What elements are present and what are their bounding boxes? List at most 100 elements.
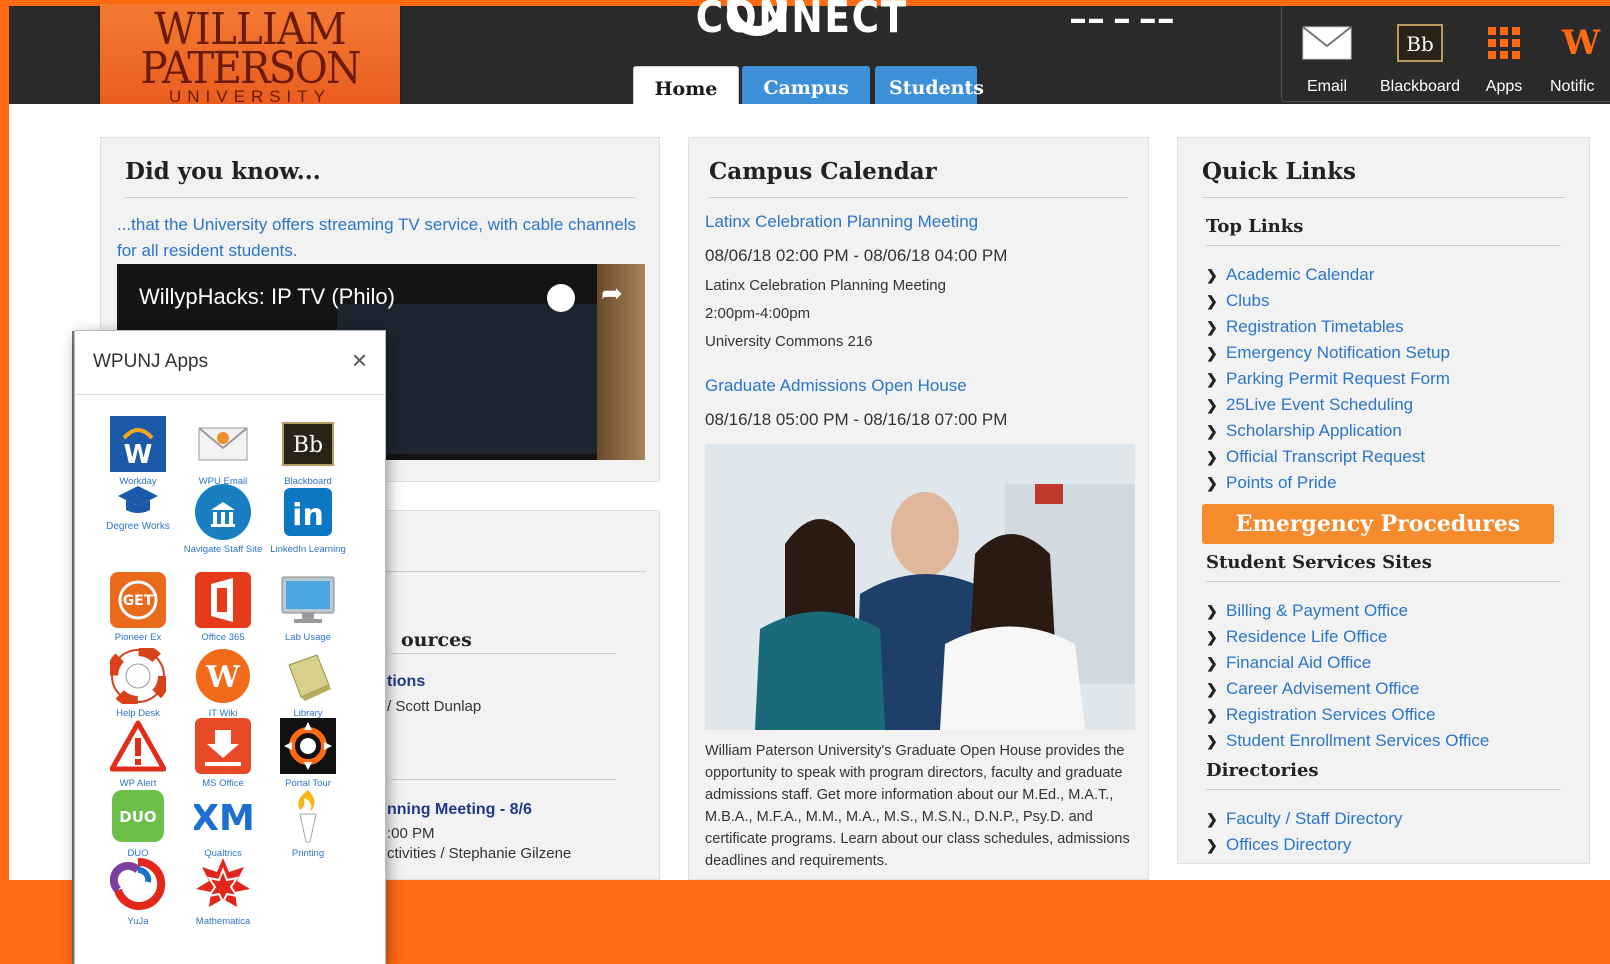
watch-later-icon[interactable] (547, 284, 575, 312)
event-date: 08/06/18 02:00 PM - 08/06/18 04:00 PM (705, 246, 1008, 265)
blackboard-icon: Bb (279, 415, 337, 473)
quick-link-label[interactable]: Financial Aid Office (1226, 650, 1371, 676)
quick-link-item[interactable]: ❯ Points of Pride (1206, 470, 1573, 496)
event-detail: University Commons 216 (705, 333, 873, 350)
event-date: 08/16/18 05:00 PM - 08/16/18 07:00 PM (705, 410, 1008, 429)
chevron-right-icon: ❯ (1206, 397, 1218, 413)
chevron-right-icon: ❯ (1206, 267, 1218, 283)
quick-link-label[interactable]: Academic Calendar (1226, 262, 1374, 288)
wiki-icon: W (194, 647, 252, 705)
app-linkedin-learning[interactable]: in LinkedIn Learning (263, 483, 353, 557)
did-you-know-text[interactable]: ...that the University offers streaming … (117, 212, 643, 264)
quick-link-label[interactable]: Student Enrollment Services Office (1226, 728, 1489, 754)
quick-link-label[interactable]: Billing & Payment Office (1226, 598, 1408, 624)
resource-item-title[interactable]: tions (387, 673, 425, 691)
quick-link-label[interactable]: Scholarship Application (1226, 418, 1402, 444)
app-it-wiki[interactable]: W IT Wiki (178, 647, 268, 721)
envelope-icon (1286, 18, 1368, 68)
emergency-procedures-button[interactable]: Emergency Procedures (1202, 504, 1554, 544)
quick-link-label[interactable]: Residence Life Office (1226, 624, 1387, 650)
notifications-tool-button[interactable]: W Notific (1538, 6, 1610, 96)
graduation-cap-icon (109, 483, 167, 517)
header-toolbar: Email Bb Blackboard Apps W Notific (1281, 6, 1610, 102)
quick-link-label[interactable]: Registration Timetables (1226, 314, 1404, 340)
app-portal-tour[interactable]: Portal Tour (263, 717, 353, 791)
event-photo (705, 444, 1135, 730)
directories-heading: Directories (1206, 760, 1561, 790)
app-label: Printing (291, 848, 325, 859)
app-library[interactable]: Library (263, 647, 353, 721)
quick-link-item[interactable]: ❯ Faculty / Staff Directory (1206, 806, 1573, 832)
svg-text:XM: XM (194, 798, 252, 839)
quick-link-item[interactable]: ❯ Emergency Notification Setup (1206, 340, 1573, 366)
workday-icon: W (109, 415, 167, 473)
quick-link-label[interactable]: Career Advisement Office (1226, 676, 1419, 702)
close-icon[interactable]: × (352, 345, 367, 376)
share-icon[interactable]: ➦ (601, 278, 623, 309)
quick-link-label[interactable]: Offices Directory (1226, 832, 1351, 858)
quick-links-panel: Quick Links Top Links ❯ Academic Calendar… (1177, 137, 1590, 864)
app-qualtrics[interactable]: XM Qualtrics (178, 787, 268, 861)
quick-link-item[interactable]: ❯ Residence Life Office (1206, 624, 1573, 650)
app-blackboard[interactable]: Bb Blackboard (263, 415, 353, 489)
app-wpu-email[interactable]: WPU Email (178, 415, 268, 489)
campus-calendar-panel: Campus Calendar Latinx Celebration Plann… (688, 137, 1149, 880)
app-pioneer-ex[interactable]: GET Pioneer Ex (93, 571, 183, 645)
blackboard-tool-button[interactable]: Bb Blackboard (1370, 6, 1470, 96)
quick-link-item[interactable]: ❯ Billing & Payment Office (1206, 598, 1573, 624)
app-degree-works[interactable]: Degree Works (93, 483, 183, 534)
apps-tool-button[interactable]: Apps (1472, 6, 1536, 96)
quick-link-item[interactable]: ❯ Official Transcript Request (1206, 444, 1573, 470)
blackboard-icon: Bb (1370, 18, 1470, 68)
office-icon (194, 571, 252, 629)
quick-link-item[interactable]: ❯ Registration Timetables (1206, 314, 1573, 340)
quick-link-label[interactable]: Points of Pride (1226, 470, 1337, 496)
lifebuoy-icon (109, 647, 167, 705)
quick-link-label[interactable]: Faculty / Staff Directory (1226, 806, 1402, 832)
quick-link-item[interactable]: ❯ Scholarship Application (1206, 418, 1573, 444)
app-mathematica[interactable]: Mathematica (178, 855, 268, 929)
quick-link-item[interactable]: ❯ Career Advisement Office (1206, 676, 1573, 702)
quick-link-item[interactable]: ❯ 25Live Event Scheduling (1206, 392, 1573, 418)
resource-event-title[interactable]: nning Meeting - 8/6 (387, 801, 532, 819)
chevron-right-icon: ❯ (1206, 319, 1218, 335)
app-ms-office[interactable]: MS Office (178, 717, 268, 791)
video-title[interactable]: WillypHacks: IP TV (Philo) (139, 284, 395, 310)
quick-links-title: Quick Links (1202, 158, 1565, 198)
app-workday[interactable]: W Workday (93, 415, 183, 489)
quick-link-item[interactable]: ❯ Registration Services Office (1206, 702, 1573, 728)
quick-link-item[interactable]: ❯ Offices Directory (1206, 832, 1573, 858)
navigate-icon (194, 483, 252, 541)
event-title[interactable]: Graduate Admissions Open House (705, 376, 1132, 396)
quick-link-item[interactable]: ❯ Academic Calendar (1206, 262, 1573, 288)
event-title[interactable]: Latinx Celebration Planning Meeting (705, 212, 1132, 232)
quick-link-label[interactable]: Emergency Notification Setup (1226, 340, 1450, 366)
app-navigate[interactable]: Navigate Staff Site (178, 483, 268, 557)
app-wp-alert[interactable]: WP Alert (93, 717, 183, 791)
chevron-right-icon: ❯ (1206, 293, 1218, 309)
quick-link-item[interactable]: ❯ Financial Aid Office (1206, 650, 1573, 676)
quick-link-item[interactable]: ❯ Student Enrollment Services Office (1206, 728, 1573, 754)
divider (391, 779, 616, 780)
app-printing[interactable]: Printing (263, 787, 353, 861)
app-lab-usage[interactable]: Lab Usage (263, 571, 353, 645)
quick-link-label[interactable]: Parking Permit Request Form (1226, 366, 1450, 392)
notifications-icon: W (1562, 23, 1601, 63)
app-help-desk[interactable]: Help Desk (93, 647, 183, 721)
quick-link-label[interactable]: 25Live Event Scheduling (1226, 392, 1413, 418)
svg-text:Bb: Bb (293, 433, 323, 458)
quick-link-label[interactable]: Clubs (1226, 288, 1269, 314)
app-duo[interactable]: DUO DUO (93, 787, 183, 861)
chevron-right-icon: ❯ (1206, 733, 1218, 749)
quick-link-item[interactable]: ❯ Parking Permit Request Form (1206, 366, 1573, 392)
apps-grid-icon (1472, 18, 1536, 68)
email-tool-button[interactable]: Email (1286, 6, 1368, 96)
app-office-365[interactable]: Office 365 (178, 571, 268, 645)
chevron-right-icon: ❯ (1206, 681, 1218, 697)
chevron-right-icon: ❯ (1206, 603, 1218, 619)
app-yuja[interactable]: YuJa (93, 855, 183, 929)
quick-link-item[interactable]: ❯ Clubs (1206, 288, 1573, 314)
quick-link-label[interactable]: Official Transcript Request (1226, 444, 1425, 470)
app-label: Degree Works (106, 521, 170, 532)
quick-link-label[interactable]: Registration Services Office (1226, 702, 1435, 728)
